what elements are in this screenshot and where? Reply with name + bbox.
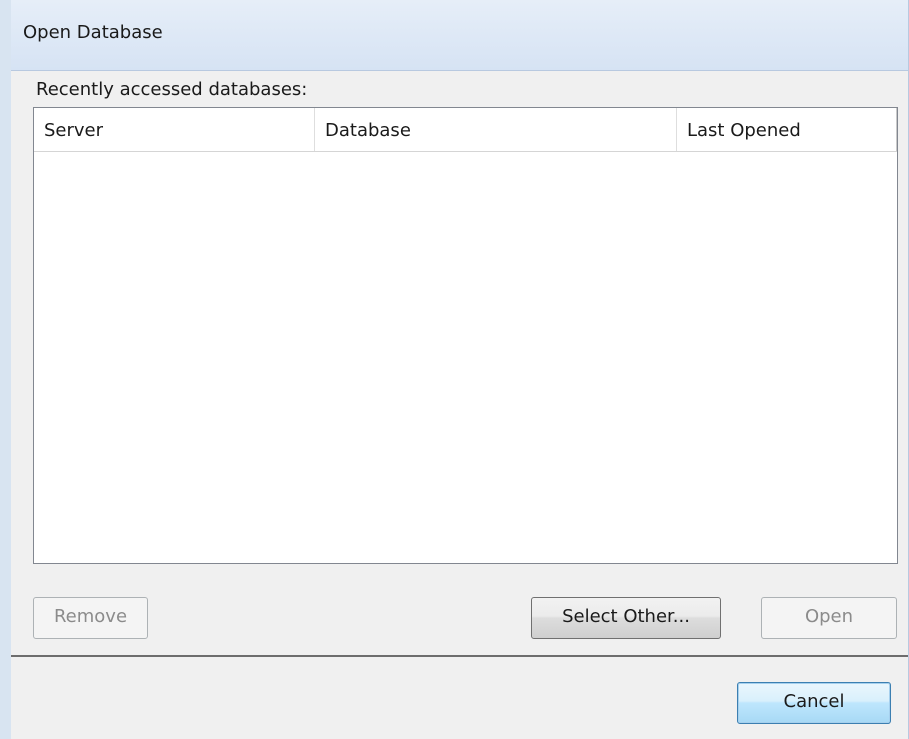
column-header-last-opened[interactable]: Last Opened	[677, 108, 897, 151]
list-body-empty[interactable]	[34, 152, 897, 563]
title-bar[interactable]: Open Database	[11, 0, 908, 71]
dialog-title: Open Database	[23, 22, 163, 43]
remove-button[interactable]: Remove	[33, 597, 148, 639]
column-header-database[interactable]: Database	[315, 108, 677, 151]
open-button[interactable]: Open	[761, 597, 897, 639]
dialog-content: Open Database Recently accessed database…	[11, 0, 909, 739]
cancel-button[interactable]: Cancel	[737, 682, 891, 724]
open-database-dialog: Open Database Recently accessed database…	[0, 0, 909, 739]
recent-databases-list[interactable]: Server Database Last Opened	[33, 107, 898, 564]
recent-databases-label: Recently accessed databases:	[36, 79, 308, 100]
window-frame-left	[0, 0, 11, 739]
column-header-server[interactable]: Server	[34, 108, 315, 151]
list-header: Server Database Last Opened	[34, 108, 897, 152]
select-other-button[interactable]: Select Other...	[531, 597, 721, 639]
